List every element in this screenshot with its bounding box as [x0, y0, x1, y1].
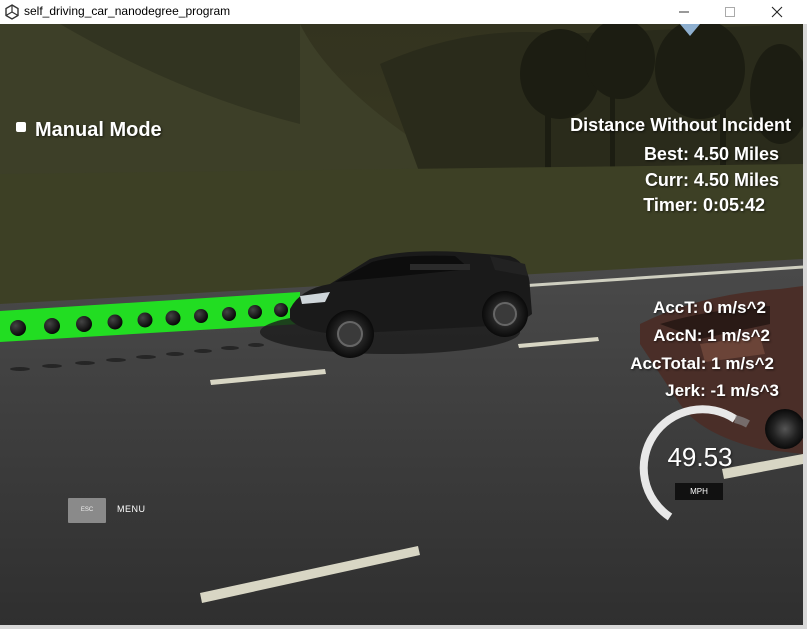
speed-value: 49.53 — [667, 442, 733, 472]
normal-acceleration: AccN: 1 m/s^2 — [653, 326, 770, 345]
menu-label[interactable]: MENU — [117, 504, 146, 514]
window-title: self_driving_car_nanodegree_program — [24, 4, 231, 18]
simulator-viewport[interactable]: Manual Mode Distance Without Incident Be… — [0, 24, 803, 625]
close-icon — [771, 6, 783, 18]
title-bar[interactable]: self_driving_car_nanodegree_program — [0, 0, 807, 24]
minimize-icon — [679, 11, 689, 13]
timer: Timer: 0:05:42 — [643, 195, 765, 215]
minimize-button[interactable] — [661, 0, 707, 24]
current-distance: Curr: 4.50 Miles — [644, 170, 779, 190]
window-frame-bottom — [0, 625, 807, 629]
speed-unit: MPH — [675, 483, 723, 500]
driving-mode-label: Manual Mode — [35, 119, 162, 141]
window-frame-right — [803, 24, 807, 629]
total-acceleration: AccTotal: 1 m/s^2 — [630, 354, 774, 373]
simulator-window: self_driving_car_nanodegree_program Manu… — [0, 0, 807, 629]
unity-icon — [5, 4, 19, 20]
mode-indicator-icon — [16, 122, 26, 132]
speedometer-gauge-track — [733, 415, 750, 428]
esc-menu-button[interactable]: ESC — [68, 498, 106, 523]
best-distance: Best: 4.50 Miles — [643, 144, 779, 164]
close-button[interactable] — [754, 0, 800, 24]
maximize-button[interactable] — [707, 0, 753, 24]
jerk-readout: Jerk: -1 m/s^3 — [665, 381, 779, 400]
distance-title: Distance Without Incident — [570, 115, 791, 135]
tangential-acceleration: AccT: 0 m/s^2 — [653, 298, 766, 317]
maximize-icon — [725, 7, 735, 17]
